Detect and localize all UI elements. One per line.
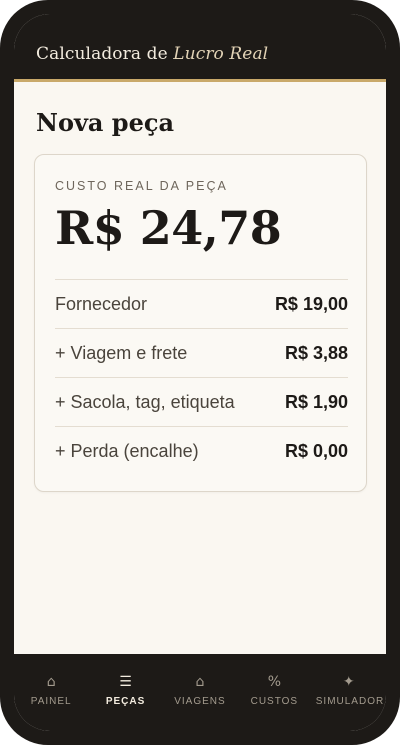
cost-card-label: CUSTO REAL DA PEÇA <box>55 179 228 193</box>
nav-item-painel[interactable]: ⌂ PAINEL <box>18 672 84 731</box>
cost-row: + Viagem e frete R$ 3,88 <box>55 328 348 377</box>
cost-row: Fornecedor R$ 19,00 <box>55 279 348 328</box>
cost-total: R$ 24,78 <box>55 201 282 255</box>
nav-item-label: CUSTOS <box>250 696 299 707</box>
sparkle-icon: ✦ <box>342 674 355 690</box>
nav-item-pecas[interactable]: ☰ PEÇAS <box>93 672 159 731</box>
app-screen: Calculadora de Lucro Real Nova peça CUST… <box>14 14 386 731</box>
percent-icon: % <box>267 674 282 690</box>
cost-card: CUSTO REAL DA PEÇA R$ 24,78 Fornecedor R… <box>34 154 367 492</box>
cost-row: + Perda (encalhe) R$ 0,00 <box>55 426 348 475</box>
nav-item-label: VIAGENS <box>174 696 226 707</box>
cost-row-label: + Perda (encalhe) <box>55 441 199 461</box>
app-title: Calculadora de Lucro Real <box>36 44 268 64</box>
nav-item-label: SIMULADOR <box>315 696 385 707</box>
nav-item-custos[interactable]: % CUSTOS <box>241 672 307 731</box>
app-title-emphasis: Lucro Real <box>173 44 269 64</box>
cost-row-value: R$ 1,90 <box>284 392 348 412</box>
cost-row-value: R$ 19,00 <box>274 294 348 314</box>
nav-item-label: PEÇAS <box>105 696 146 707</box>
phone-frame: Calculadora de Lucro Real Nova peça CUST… <box>0 0 400 745</box>
cost-row-label: + Viagem e frete <box>55 343 188 363</box>
nav-item-label: PAINEL <box>30 696 72 707</box>
cost-row: + Sacola, tag, etiqueta R$ 1,90 <box>55 377 348 426</box>
home-icon: ⌂ <box>195 674 205 690</box>
cost-row-label: Fornecedor <box>55 294 148 314</box>
home-icon: ⌂ <box>46 674 56 690</box>
list-icon: ☰ <box>119 674 132 690</box>
nav-item-simulador[interactable]: ✦ SIMULADOR <box>315 672 385 731</box>
nav-item-viagens[interactable]: ⌂ VIAGENS <box>167 672 233 731</box>
cost-row-value: R$ 3,88 <box>284 343 348 363</box>
cost-breakdown-list: Fornecedor R$ 19,00 + Viagem e frete R$ … <box>55 279 348 475</box>
app-title-prefix: Calculadora de <box>36 44 174 64</box>
page-title: Nova peça <box>36 108 175 137</box>
app-header: Calculadora de Lucro Real <box>14 14 386 82</box>
cost-row-value: R$ 0,00 <box>284 441 348 461</box>
cost-row-label: + Sacola, tag, etiqueta <box>55 392 235 412</box>
bottom-nav: ⌂ PAINEL ☰ PEÇAS ⌂ VIAGENS % CUSTOS ✦ SI… <box>14 654 386 731</box>
